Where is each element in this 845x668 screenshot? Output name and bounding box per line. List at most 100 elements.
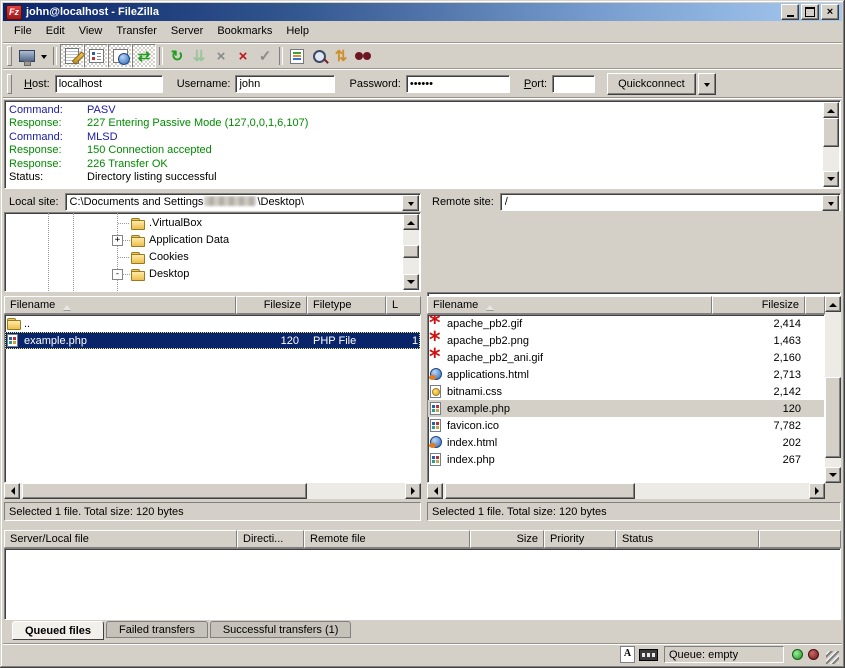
title-bar[interactable]: Fz john@localhost - FileZilla × [3, 3, 842, 21]
host-input[interactable] [55, 75, 163, 93]
scrollbar-thumb[interactable] [825, 377, 841, 458]
scrollbar-thumb[interactable] [823, 118, 839, 147]
remote-file-row[interactable]: apache_pb2.gif2,414 [428, 315, 824, 332]
tree-item-desktop[interactable]: - Desktop [5, 266, 420, 283]
toolbar-toggle-local-tree-button[interactable] [84, 44, 108, 68]
local-site-label: Local site: [4, 196, 65, 208]
remote-site-label: Remote site: [427, 196, 500, 208]
toolbar-process-queue-button[interactable]: ⇊ [188, 45, 210, 67]
column-header-filesize[interactable]: Filesize [236, 296, 307, 314]
toolbar-site-manager-dropdown[interactable] [38, 45, 50, 67]
close-button[interactable]: × [821, 4, 839, 20]
port-input[interactable] [552, 75, 595, 93]
remote-site-combo[interactable]: / [500, 193, 841, 211]
toolbar-directory-filters-button[interactable] [286, 45, 308, 67]
log-line: Status:Directory listing successful [6, 171, 823, 184]
remote-file-row[interactable]: apache_pb2_ani.gif2,160 [428, 349, 824, 366]
scroll-right-button[interactable] [405, 483, 421, 499]
column-header-status[interactable]: Status [616, 530, 759, 548]
column-header-filesize[interactable]: Filesize [712, 296, 805, 314]
tab-failed-transfers[interactable]: Failed transfers [106, 621, 208, 638]
tree-item-cookies[interactable]: Cookies [5, 249, 420, 266]
menu-bookmarks[interactable]: Bookmarks [210, 23, 279, 39]
column-header-priority[interactable]: Priority [544, 530, 616, 548]
remote-file-row[interactable]: index.html202 [428, 434, 824, 451]
column-header-filename[interactable]: Filename [427, 296, 712, 314]
scroll-up-button[interactable] [823, 102, 839, 118]
log-scrollbar[interactable] [823, 102, 839, 187]
local-file-row-selected[interactable]: example.php 120 PHP File 1 [5, 332, 420, 349]
remote-tree-icon [113, 49, 128, 63]
toolbar-find-files-button[interactable] [352, 45, 374, 67]
toolbar-toggle-remote-tree-button[interactable] [108, 44, 132, 68]
column-header-direction[interactable]: Directi... [237, 530, 304, 548]
toolbar-toggle-message-log-button[interactable] [60, 44, 84, 68]
toolbar-cancel-button[interactable]: × [210, 45, 232, 67]
toolbar-toggle-queue-button[interactable]: ⇄ [132, 44, 156, 68]
scrollbar-thumb[interactable] [22, 483, 307, 499]
file-size: 120 [236, 335, 307, 347]
column-header-remote-file[interactable]: Remote file [304, 530, 470, 548]
remote-file-row-selected[interactable]: example.php120 [428, 400, 824, 417]
scroll-left-button[interactable] [4, 483, 20, 499]
toolbar-disconnect-button[interactable]: × [232, 45, 254, 67]
menu-help[interactable]: Help [279, 23, 316, 39]
scroll-right-button[interactable] [809, 483, 825, 499]
quickconnect-gripper[interactable] [7, 74, 12, 94]
menu-server[interactable]: Server [164, 23, 210, 39]
menu-transfer[interactable]: Transfer [109, 23, 164, 39]
remote-file-row[interactable]: index.php267 [428, 451, 824, 468]
remote-list-hscrollbar[interactable] [427, 483, 825, 499]
scrollbar-thumb[interactable] [403, 245, 419, 257]
remote-file-row[interactable]: apache_pb2.png1,463 [428, 332, 824, 349]
maximize-button[interactable] [801, 4, 819, 20]
scroll-left-button[interactable] [427, 483, 443, 499]
column-header-last-modified[interactable]: L [386, 296, 421, 314]
speed-limits-icon[interactable] [639, 649, 658, 661]
local-file-row[interactable]: .. [5, 315, 420, 332]
toolbar-gripper[interactable] [7, 46, 12, 66]
remote-site-combo-dropdown[interactable] [822, 195, 839, 211]
scroll-down-button[interactable] [825, 467, 841, 483]
local-list-hscrollbar[interactable] [4, 483, 421, 499]
local-site-combo[interactable]: C:\Documents and Settings\Desktop\ [65, 193, 421, 211]
username-input[interactable] [235, 75, 335, 93]
quickconnect-dropdown[interactable] [698, 73, 716, 95]
scroll-down-button[interactable] [823, 171, 839, 187]
tab-successful-transfers[interactable]: Successful transfers (1) [210, 621, 352, 638]
menu-edit[interactable]: Edit [39, 23, 72, 39]
quickconnect-bar: Host: Username: Password: Port: Quickcon… [3, 71, 842, 97]
scroll-up-button[interactable] [403, 214, 419, 230]
remote-file-row[interactable]: bitnami.css2,142 [428, 383, 824, 400]
minimize-button[interactable] [781, 4, 799, 20]
tree-item-virtualbox[interactable]: .VirtualBox [5, 215, 420, 232]
menu-file[interactable]: File [7, 23, 39, 39]
directory-filters-icon [290, 49, 304, 64]
local-tree-scrollbar[interactable] [403, 214, 419, 290]
resize-grip[interactable] [826, 651, 839, 664]
scrollbar-thumb[interactable] [445, 483, 635, 499]
menu-view[interactable]: View [72, 23, 110, 39]
remote-file-row[interactable]: applications.html2,713 [428, 366, 824, 383]
arrow-up-icon [829, 299, 837, 307]
tree-item-application-data[interactable]: + Application Data [5, 232, 420, 249]
tab-queued-files[interactable]: Queued files [12, 621, 104, 640]
remote-list-scrollbar[interactable] [825, 296, 841, 483]
toolbar-file-search-button[interactable] [308, 45, 330, 67]
column-header-server-local-file[interactable]: Server/Local file [4, 530, 237, 548]
remote-status-text: Selected 1 file. Total size: 120 bytes [427, 502, 841, 521]
column-header-filetype[interactable]: Filetype [307, 296, 386, 314]
toolbar-refresh-button[interactable]: ↻ [166, 45, 188, 67]
transfer-queue-list[interactable] [4, 548, 841, 620]
column-header-size[interactable]: Size [470, 530, 544, 548]
local-site-combo-dropdown[interactable] [402, 195, 419, 211]
column-header-filename[interactable]: Filename [4, 296, 236, 314]
toolbar-synchronized-browsing-button[interactable]: ⇅ [330, 45, 352, 67]
quickconnect-button[interactable]: Quickconnect [607, 73, 696, 95]
toolbar-site-manager-button[interactable] [16, 45, 38, 67]
scroll-down-button[interactable] [403, 274, 419, 290]
remote-file-row[interactable]: favicon.ico7,782 [428, 417, 824, 434]
password-input[interactable] [406, 75, 510, 93]
toolbar-reconnect-button[interactable]: ✓ [254, 45, 276, 67]
scroll-up-button[interactable] [825, 296, 841, 312]
